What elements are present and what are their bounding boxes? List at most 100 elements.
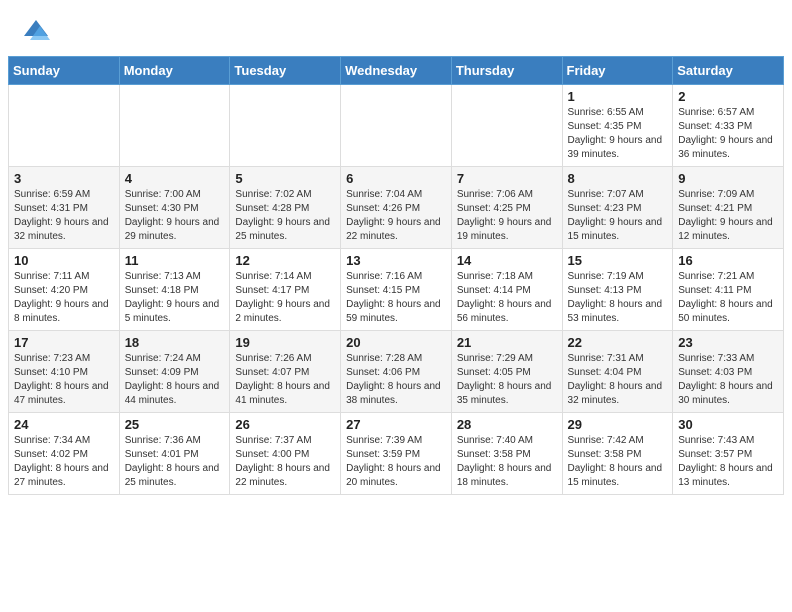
day-info: Sunrise: 6:55 AM Sunset: 4:35 PM Dayligh…	[568, 106, 668, 162]
calendar-cell: 28Sunrise: 7:40 AM Sunset: 3:58 PM Dayli…	[451, 413, 562, 495]
day-info: Sunrise: 7:16 AM Sunset: 4:15 PM Dayligh…	[346, 270, 446, 326]
day-number: 22	[568, 335, 668, 350]
calendar-cell: 29 Sunrise: 7:42 AM Sunset: 3:58 PM Dayli…	[562, 413, 673, 495]
calendar-cell: 3Sunrise: 6:59 AM Sunset: 4:31 PM Daylig…	[9, 167, 120, 249]
calendar-cell: 19Sunrise: 7:26 AM Sunset: 4:07 PM Dayli…	[230, 331, 341, 413]
day-number: 15	[568, 253, 668, 268]
calendar-header-sunday: Sunday	[9, 57, 120, 85]
day-info: Sunrise: 7:26 AM Sunset: 4:07 PM Dayligh…	[235, 352, 335, 408]
calendar-header-thursday: Thursday	[451, 57, 562, 85]
calendar-header-friday: Friday	[562, 57, 673, 85]
day-info: Sunrise: 7:33 AM Sunset: 4:03 PM Dayligh…	[678, 352, 778, 408]
day-number: 28	[457, 417, 557, 432]
calendar-cell: 26 Sunrise: 7:37 AM Sunset: 4:00 PM Dayli…	[230, 413, 341, 495]
day-info: Sunrise: 7:29 AM Sunset: 4:05 PM Dayligh…	[457, 352, 557, 408]
day-number: 2	[678, 89, 778, 104]
calendar-cell: 8Sunrise: 7:07 AM Sunset: 4:23 PM Daylig…	[562, 167, 673, 249]
calendar-cell	[341, 85, 452, 167]
day-info: Sunrise: 7:24 AM Sunset: 4:09 PM Dayligh…	[125, 352, 225, 408]
day-number: 30	[678, 417, 778, 432]
day-number: 7	[457, 171, 557, 186]
calendar-cell: 5 Sunrise: 7:02 AM Sunset: 4:28 PM Daylig…	[230, 167, 341, 249]
calendar-cell: 21Sunrise: 7:29 AM Sunset: 4:05 PM Dayli…	[451, 331, 562, 413]
day-number: 29	[568, 417, 668, 432]
day-number: 16	[678, 253, 778, 268]
calendar-cell: 15 Sunrise: 7:19 AM Sunset: 4:13 PM Dayli…	[562, 249, 673, 331]
calendar-cell	[451, 85, 562, 167]
logo-icon	[20, 16, 52, 48]
day-info: Sunrise: 6:57 AM Sunset: 4:33 PM Dayligh…	[678, 106, 778, 162]
calendar-cell: 14 Sunrise: 7:18 AM Sunset: 4:14 PM Dayli…	[451, 249, 562, 331]
calendar-week-row: 3Sunrise: 6:59 AM Sunset: 4:31 PM Daylig…	[9, 167, 784, 249]
calendar-table: SundayMondayTuesdayWednesdayThursdayFrid…	[8, 56, 784, 495]
calendar-week-row: 1 Sunrise: 6:55 AM Sunset: 4:35 PM Daylig…	[9, 85, 784, 167]
calendar-cell: 11Sunrise: 7:13 AM Sunset: 4:18 PM Dayli…	[119, 249, 230, 331]
calendar-cell	[230, 85, 341, 167]
day-info: Sunrise: 7:07 AM Sunset: 4:23 PM Dayligh…	[568, 188, 668, 244]
day-number: 12	[235, 253, 335, 268]
calendar-header-wednesday: Wednesday	[341, 57, 452, 85]
day-number: 9	[678, 171, 778, 186]
day-number: 26	[235, 417, 335, 432]
calendar-cell: 18 Sunrise: 7:24 AM Sunset: 4:09 PM Dayli…	[119, 331, 230, 413]
day-info: Sunrise: 7:02 AM Sunset: 4:28 PM Dayligh…	[235, 188, 335, 244]
calendar-cell: 12Sunrise: 7:14 AM Sunset: 4:17 PM Dayli…	[230, 249, 341, 331]
calendar-cell: 16 Sunrise: 7:21 AM Sunset: 4:11 PM Dayli…	[673, 249, 784, 331]
calendar-cell: 13 Sunrise: 7:16 AM Sunset: 4:15 PM Dayli…	[341, 249, 452, 331]
calendar-cell	[119, 85, 230, 167]
day-number: 20	[346, 335, 446, 350]
calendar-week-row: 24 Sunrise: 7:34 AM Sunset: 4:02 PM Dayli…	[9, 413, 784, 495]
day-info: Sunrise: 7:31 AM Sunset: 4:04 PM Dayligh…	[568, 352, 668, 408]
calendar-cell: 23 Sunrise: 7:33 AM Sunset: 4:03 PM Dayli…	[673, 331, 784, 413]
day-number: 6	[346, 171, 446, 186]
calendar-cell	[9, 85, 120, 167]
day-number: 5	[235, 171, 335, 186]
day-number: 25	[125, 417, 225, 432]
day-info: Sunrise: 7:00 AM Sunset: 4:30 PM Dayligh…	[125, 188, 225, 244]
calendar-cell: 30 Sunrise: 7:43 AM Sunset: 3:57 PM Dayli…	[673, 413, 784, 495]
day-info: Sunrise: 7:21 AM Sunset: 4:11 PM Dayligh…	[678, 270, 778, 326]
day-number: 13	[346, 253, 446, 268]
logo	[20, 16, 56, 48]
calendar-header-tuesday: Tuesday	[230, 57, 341, 85]
day-number: 17	[14, 335, 114, 350]
calendar-header-monday: Monday	[119, 57, 230, 85]
day-number: 18	[125, 335, 225, 350]
calendar-cell: 24 Sunrise: 7:34 AM Sunset: 4:02 PM Dayli…	[9, 413, 120, 495]
day-info: Sunrise: 7:06 AM Sunset: 4:25 PM Dayligh…	[457, 188, 557, 244]
day-number: 27	[346, 417, 446, 432]
calendar-cell: 20 Sunrise: 7:28 AM Sunset: 4:06 PM Dayli…	[341, 331, 452, 413]
day-number: 24	[14, 417, 114, 432]
calendar-cell: 10 Sunrise: 7:11 AM Sunset: 4:20 PM Dayli…	[9, 249, 120, 331]
calendar-header-row: SundayMondayTuesdayWednesdayThursdayFrid…	[9, 57, 784, 85]
calendar-cell: 9 Sunrise: 7:09 AM Sunset: 4:21 PM Daylig…	[673, 167, 784, 249]
calendar-cell: 17 Sunrise: 7:23 AM Sunset: 4:10 PM Dayli…	[9, 331, 120, 413]
calendar-cell: 1 Sunrise: 6:55 AM Sunset: 4:35 PM Daylig…	[562, 85, 673, 167]
day-info: Sunrise: 7:19 AM Sunset: 4:13 PM Dayligh…	[568, 270, 668, 326]
calendar-week-row: 10 Sunrise: 7:11 AM Sunset: 4:20 PM Dayli…	[9, 249, 784, 331]
day-info: Sunrise: 7:43 AM Sunset: 3:57 PM Dayligh…	[678, 434, 778, 490]
day-info: Sunrise: 7:04 AM Sunset: 4:26 PM Dayligh…	[346, 188, 446, 244]
day-info: Sunrise: 7:36 AM Sunset: 4:01 PM Dayligh…	[125, 434, 225, 490]
calendar-cell: 7 Sunrise: 7:06 AM Sunset: 4:25 PM Daylig…	[451, 167, 562, 249]
calendar-cell: 22 Sunrise: 7:31 AM Sunset: 4:04 PM Dayli…	[562, 331, 673, 413]
day-info: Sunrise: 7:42 AM Sunset: 3:58 PM Dayligh…	[568, 434, 668, 490]
calendar-cell: 25 Sunrise: 7:36 AM Sunset: 4:01 PM Dayli…	[119, 413, 230, 495]
day-number: 1	[568, 89, 668, 104]
calendar-cell: 6 Sunrise: 7:04 AM Sunset: 4:26 PM Daylig…	[341, 167, 452, 249]
day-number: 23	[678, 335, 778, 350]
day-info: Sunrise: 7:28 AM Sunset: 4:06 PM Dayligh…	[346, 352, 446, 408]
day-info: Sunrise: 7:37 AM Sunset: 4:00 PM Dayligh…	[235, 434, 335, 490]
calendar-week-row: 17 Sunrise: 7:23 AM Sunset: 4:10 PM Dayli…	[9, 331, 784, 413]
calendar-cell: 2 Sunrise: 6:57 AM Sunset: 4:33 PM Daylig…	[673, 85, 784, 167]
calendar-wrapper: SundayMondayTuesdayWednesdayThursdayFrid…	[0, 56, 792, 503]
day-number: 4	[125, 171, 225, 186]
day-info: Sunrise: 7:23 AM Sunset: 4:10 PM Dayligh…	[14, 352, 114, 408]
day-info: Sunrise: 7:09 AM Sunset: 4:21 PM Dayligh…	[678, 188, 778, 244]
day-info: Sunrise: 7:11 AM Sunset: 4:20 PM Dayligh…	[14, 270, 114, 326]
day-info: Sunrise: 7:13 AM Sunset: 4:18 PM Dayligh…	[125, 270, 225, 326]
day-info: Sunrise: 7:18 AM Sunset: 4:14 PM Dayligh…	[457, 270, 557, 326]
day-number: 14	[457, 253, 557, 268]
day-info: Sunrise: 7:34 AM Sunset: 4:02 PM Dayligh…	[14, 434, 114, 490]
day-number: 10	[14, 253, 114, 268]
